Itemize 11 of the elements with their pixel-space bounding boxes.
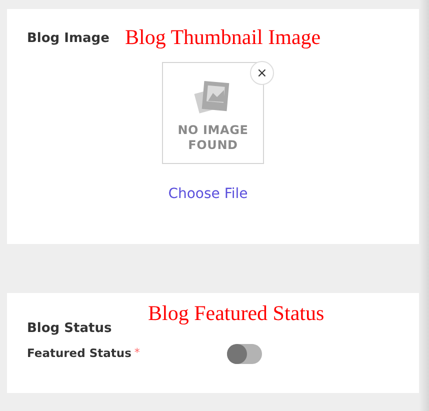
field-label: Featured Status xyxy=(27,345,132,362)
placeholder-text: NO IMAGE xyxy=(178,123,248,138)
remove-button[interactable]: × xyxy=(250,61,274,85)
placeholder-text: FOUND xyxy=(188,138,238,153)
required-mark: * xyxy=(134,345,140,362)
section-title: Blog Image xyxy=(27,30,110,48)
toggle-switch[interactable] xyxy=(227,344,262,364)
choose-file-link[interactable]: Choose File xyxy=(168,184,248,205)
section-title: Blog Status xyxy=(27,320,113,338)
annotation-text: Blog Thumbnail Image xyxy=(125,27,321,48)
annotation-text: Blog Featured Status xyxy=(148,303,324,324)
